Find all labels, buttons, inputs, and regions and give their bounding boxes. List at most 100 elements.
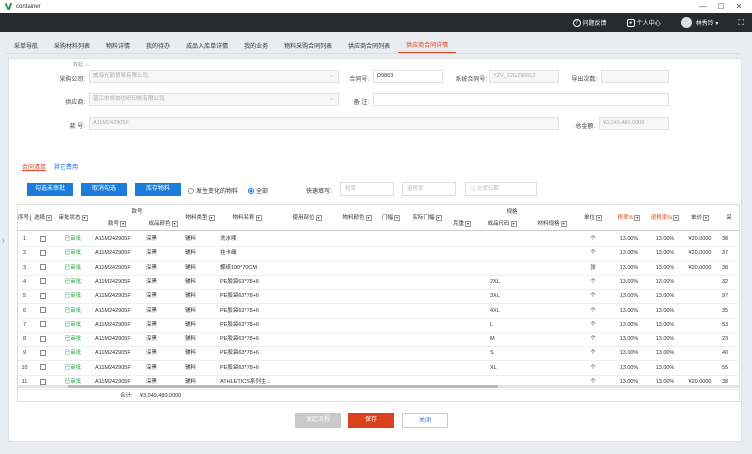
radio-all[interactable]: 全部 [248, 186, 268, 195]
row-qty: 38 [722, 236, 729, 242]
cancel-select-button[interactable]: 取消勾选 [81, 183, 127, 196]
filter-icon[interactable]: ▾ [81, 214, 88, 221]
filter-icon[interactable]: ▾ [703, 214, 709, 221]
tab-other-fees[interactable]: 其它费用 [54, 162, 78, 171]
row-checkbox[interactable] [31, 289, 55, 303]
tab-1[interactable]: 采购材料列表 [46, 41, 98, 53]
horizontal-scrollbar[interactable] [18, 385, 739, 388]
minimize-icon[interactable]: — [694, 0, 712, 13]
tab-5[interactable]: 我的业务 [236, 41, 276, 53]
header-width-label: 门幅 [381, 215, 393, 221]
row-unit: 个 [590, 307, 596, 314]
filter-icon[interactable]: ▾ [171, 220, 178, 227]
header-real_width: 实际门幅 ▾ [405, 213, 449, 221]
header-size: 成品尺码 ▾ [475, 219, 529, 227]
tab-6[interactable]: 物料采购合同列表 [276, 41, 340, 53]
stock-material-button[interactable]: 库存物料 [135, 183, 181, 196]
row-checkbox[interactable] [31, 232, 55, 246]
row-color: 深黑 [146, 236, 158, 242]
row-status: 已审批 [64, 236, 82, 242]
maximize-icon[interactable]: ☐ [712, 0, 730, 13]
supplier-select[interactable]: 晋江市领衣纺织印刷有限公司 ⌄ [89, 93, 339, 106]
row-tax: 13.00% [619, 236, 639, 242]
row-checkbox[interactable] [31, 246, 55, 260]
row-checkbox[interactable] [31, 332, 55, 346]
tab-8[interactable]: 供应商合同详情 [398, 40, 457, 53]
refund-rate-input[interactable]: 退税率 [402, 182, 456, 196]
row-price: ¥20.0000 [688, 236, 712, 242]
tab-2[interactable]: 物料详情 [98, 41, 138, 53]
header-mat_spec-label: 材料规格 [537, 221, 560, 227]
checkbox-icon [40, 292, 46, 299]
checkbox-icon [40, 307, 46, 314]
filter-icon[interactable]: ▾ [596, 214, 602, 221]
tab-0[interactable]: 采单导航 [6, 41, 46, 53]
tab-3[interactable]: 我的待办 [138, 41, 178, 53]
approve-flow-button[interactable]: 发起流程 [295, 413, 341, 428]
row-checkbox[interactable] [31, 275, 55, 289]
contract-no-field[interactable]: D9863 [373, 70, 443, 83]
header-refund-label: 退税率% [650, 215, 673, 221]
filter-icon[interactable]: ▾ [255, 214, 262, 221]
filter-icon[interactable]: ▾ [634, 214, 641, 221]
tab-contract-list[interactable]: 合同清单 [22, 162, 46, 171]
header-approve-label: 审批状态 [58, 215, 81, 221]
filter-icon[interactable]: ▾ [46, 214, 52, 221]
user-center-button[interactable]: ● 个人中心 [626, 18, 661, 27]
quick-fill-label: 快速填写: [306, 189, 332, 195]
filter-icon[interactable]: ▾ [315, 214, 322, 221]
select-unsigned-button[interactable]: 勾选未审批 [27, 183, 73, 196]
row-material-name: 挂卡绳 [220, 250, 237, 257]
row-size: S [490, 350, 494, 357]
filter-icon[interactable]: ▾ [394, 214, 400, 221]
row-size: L [490, 321, 494, 328]
radio-changed-label: 发生变化的物料 [196, 189, 239, 195]
export-count-field [601, 70, 669, 83]
filter-icon[interactable]: ▾ [120, 220, 126, 227]
row-unit: 个 [590, 293, 596, 300]
row-checkbox[interactable] [31, 346, 55, 360]
feedback-button[interactable]: ? 问题反馈 [572, 18, 607, 27]
delivery-date-input[interactable]: ▢ 交货日期 [465, 182, 537, 196]
remark-field[interactable] [373, 93, 669, 106]
row-type: 辅料 [185, 293, 197, 300]
side-collapse-icon[interactable]: › [2, 236, 5, 245]
row-refund: 13.00% [655, 307, 675, 314]
filter-icon[interactable]: ▾ [560, 220, 567, 227]
row-checkbox[interactable] [31, 318, 55, 332]
row-price [683, 289, 717, 303]
total-label: 总金额: [575, 124, 595, 130]
tax-rate-input[interactable]: 税率 [340, 182, 394, 196]
scrollbar-thumb[interactable] [68, 385, 498, 388]
row-checkbox[interactable] [31, 304, 55, 318]
filter-icon[interactable]: ▾ [435, 214, 442, 221]
save-button[interactable]: 保存 [348, 413, 394, 428]
row-material-name: 洗水唛 [220, 236, 237, 242]
user-menu[interactable]: 林秀玲 ▾ [680, 17, 718, 28]
row-checkbox[interactable] [31, 361, 55, 375]
tab-4[interactable]: 成品入库单详情 [178, 41, 236, 53]
row-style: A11M242905F [95, 364, 131, 371]
filter-icon[interactable]: ▾ [673, 214, 680, 221]
row-unit: 个 [590, 336, 596, 343]
row-checkbox[interactable] [31, 261, 55, 275]
close-icon[interactable]: ✕ [730, 0, 748, 13]
fullscreen-icon[interactable]: ⛶ [738, 18, 744, 28]
row-size [490, 246, 530, 260]
collapse-toggle[interactable]: 收起 ︿ [73, 61, 89, 68]
row-seq: 1 [22, 236, 27, 242]
nav-tabs: 采单导航 采购材料列表 物料详情 我的待办 成品入库单详情 我的业务 物料采购合同列表 供应商… [6, 40, 740, 54]
row-qty: 38 [722, 264, 729, 271]
filter-icon[interactable]: ▾ [510, 220, 517, 227]
row-unit: 张 [590, 264, 596, 271]
row-refund: 13.00% [655, 350, 675, 357]
filter-icon[interactable]: ▾ [365, 214, 372, 221]
close-button[interactable]: 关闭 [402, 413, 448, 428]
filter-icon[interactable]: ▾ [465, 220, 471, 227]
filter-icon[interactable]: ▾ [208, 214, 215, 221]
tab-7[interactable]: 供应商合同列表 [340, 41, 398, 53]
header-style_no-label: 款号 [107, 221, 119, 227]
purchase-company-select[interactable]: 威海光丽贸易有限公司 ⌄ [89, 70, 339, 83]
radio-changed[interactable]: 发生变化的物料 [188, 186, 238, 195]
row-price [683, 346, 717, 360]
